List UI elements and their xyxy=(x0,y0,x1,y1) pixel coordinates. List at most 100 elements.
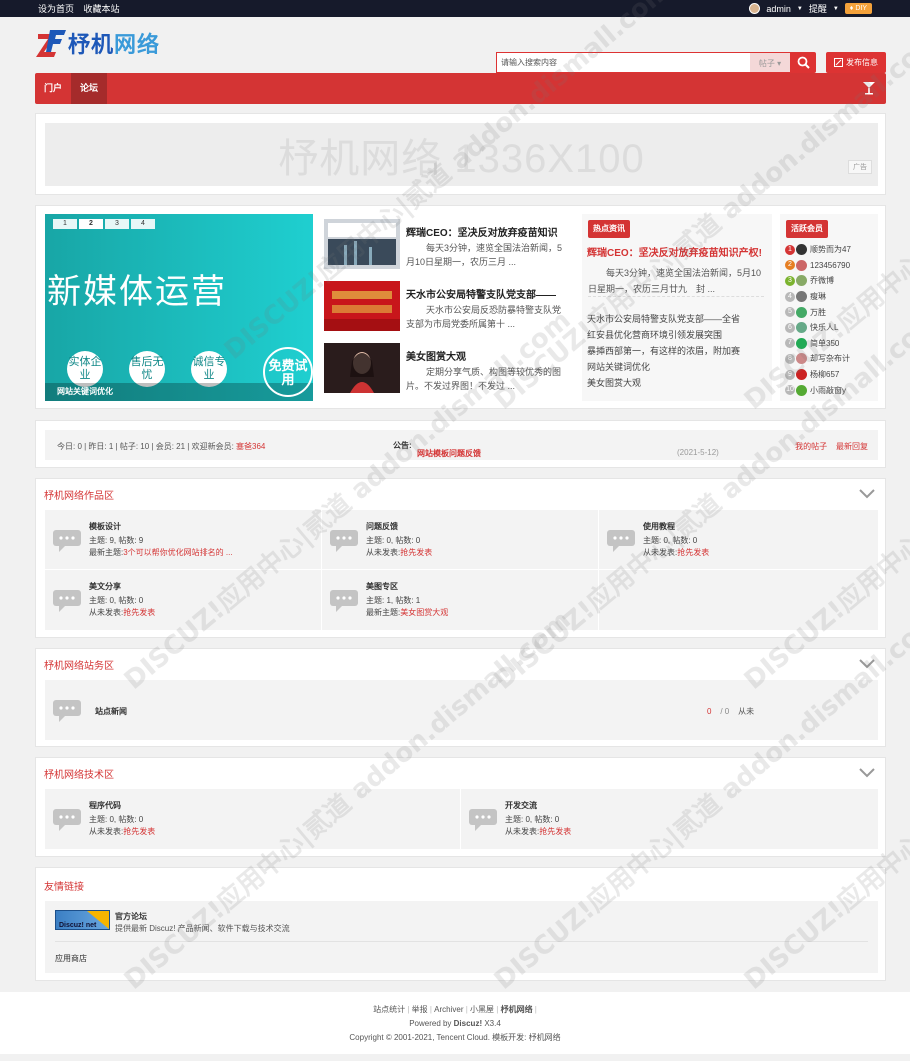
slide-tab[interactable]: 4 xyxy=(131,219,155,229)
member-avatar[interactable] xyxy=(796,291,807,303)
nav-item-portal[interactable]: 门户 xyxy=(35,73,71,104)
member-item[interactable]: 9 杨柳657 xyxy=(785,367,878,383)
footer-link[interactable]: Archiver xyxy=(434,1005,463,1014)
member-item[interactable]: 1 顺势而为47 xyxy=(785,242,878,258)
member-avatar[interactable] xyxy=(796,259,807,271)
member-avatar[interactable] xyxy=(796,384,807,396)
forum-last-link[interactable]: 美女图赏大观 xyxy=(400,608,448,617)
forum-cell[interactable]: 使用教程 主题: 0, 帖数: 0 从未发表:抢先发表 xyxy=(599,510,876,570)
member-name[interactable]: 杨柳657 xyxy=(810,369,839,380)
forum-cell[interactable]: 站点新闻 0 / 0 从未 xyxy=(45,680,878,740)
hot-link[interactable]: 天水市公安局特警支队党支部——全省 xyxy=(587,311,767,327)
forum-name[interactable]: 问题反馈 xyxy=(366,521,398,532)
member-name[interactable]: 却写杂布计 xyxy=(810,353,850,364)
forum-last-link[interactable]: 抢先发表 xyxy=(400,548,432,557)
forum-last-link[interactable]: 3个可以帮你优化网站排名的 ... xyxy=(123,548,232,557)
member-avatar[interactable] xyxy=(796,275,807,287)
forum-name[interactable]: 美文分享 xyxy=(89,581,121,592)
member-item[interactable]: 8 却写杂布计 xyxy=(785,351,878,367)
slide-tab[interactable]: 1 xyxy=(53,219,77,229)
set-home-link[interactable]: 设为首页 xyxy=(38,4,74,14)
forum-name[interactable]: 站点新闻 xyxy=(95,706,127,717)
member-name[interactable]: 简单350 xyxy=(810,338,839,349)
app-store-link[interactable]: 应用商店 xyxy=(55,953,87,964)
forum-cell[interactable]: 美文分享 主题: 0, 帖数: 0 从未发表:抢先发表 xyxy=(45,570,322,630)
member-avatar[interactable] xyxy=(796,369,807,381)
slide-banner[interactable]: 1 2 3 4 新媒体运营 实体企业 售后无忧 诚信专业 网站关键词优化 免费试… xyxy=(45,214,313,401)
news-item[interactable]: 美女图赏大观 定期分享气质、构图等较优秀的图片。不发过界图！不发过 ... xyxy=(320,338,574,400)
member-item[interactable]: 7 简单350 xyxy=(785,336,878,352)
member-avatar[interactable] xyxy=(796,337,807,349)
member-avatar[interactable] xyxy=(796,244,807,256)
member-name[interactable]: 123456790 xyxy=(810,261,850,270)
site-logo[interactable]: 杼机网络 xyxy=(36,27,160,59)
section-title[interactable]: 杼机网络作品区 xyxy=(44,487,114,502)
member-avatar[interactable] xyxy=(796,306,807,318)
member-item[interactable]: 2 123456790 xyxy=(785,258,878,274)
member-name[interactable]: 乔微博 xyxy=(810,275,834,286)
link-site-name[interactable]: 官方论坛 xyxy=(115,911,147,922)
search-scope-select[interactable]: 帖子 ▾ xyxy=(750,52,790,73)
section-title[interactable]: 杼机网络站务区 xyxy=(44,657,114,672)
search-button[interactable] xyxy=(790,52,816,73)
hot-link[interactable]: 红安县优化营商环境引领发展突围 xyxy=(587,327,767,343)
collapse-chevron-icon[interactable] xyxy=(859,489,875,499)
member-item[interactable]: 3 乔微博 xyxy=(785,273,878,289)
forum-name[interactable]: 模板设计 xyxy=(89,521,121,532)
hot-link[interactable]: 美女图赏大观 xyxy=(587,375,767,391)
news-item[interactable]: 辉瑞CEO：坚决反对放弃疫苗知识 每天3分钟，速览全国法治新闻，5月10日星期一… xyxy=(320,214,574,276)
discuz-logo[interactable]: Discuz! net xyxy=(55,910,110,930)
member-item[interactable]: 6 快乐人L xyxy=(785,320,878,336)
collapse-chevron-icon[interactable] xyxy=(859,768,875,778)
member-item[interactable]: 10 小雨敲窗y xyxy=(785,382,878,398)
ad-banner[interactable]: 杼机网络 1336X100 广告 xyxy=(45,123,878,186)
forum-cell[interactable]: 开发交流 主题: 0, 帖数: 0 从未发表:抢先发表 xyxy=(461,789,877,849)
bookmark-link[interactable]: 收藏本站 xyxy=(84,4,120,14)
forum-last-link[interactable]: 抢先发表 xyxy=(677,548,709,557)
member-name[interactable]: 快乐人L xyxy=(810,322,838,333)
slide-tab[interactable]: 3 xyxy=(105,219,129,229)
hot-link[interactable]: 网站关键词优化 xyxy=(587,359,767,375)
powered-brand[interactable]: Discuz! xyxy=(454,1019,482,1028)
remind-menu[interactable]: 提醒 xyxy=(809,2,827,15)
forum-name[interactable]: 美图专区 xyxy=(366,581,398,592)
section-title[interactable]: 杼机网络技术区 xyxy=(44,766,114,781)
my-posts-link[interactable]: 我的帖子 xyxy=(795,442,827,451)
member-avatar[interactable] xyxy=(796,322,807,334)
cocktail-icon[interactable] xyxy=(862,81,876,95)
search-input[interactable]: 请输入搜索内容 xyxy=(496,52,750,73)
slide-tab[interactable]: 2 xyxy=(79,219,103,229)
hot-link[interactable]: 暴揷西部第一，有这样的浓眉，附加赛 xyxy=(587,343,767,359)
post-button[interactable]: 发布信息 xyxy=(826,52,886,73)
forum-name[interactable]: 使用教程 xyxy=(643,521,675,532)
member-name[interactable]: 小雨敲窗y xyxy=(810,385,846,396)
footer-link[interactable]: 站点统计 xyxy=(373,1005,405,1014)
forum-name[interactable]: 程序代码 xyxy=(89,800,121,811)
nav-item-forum[interactable]: 论坛 xyxy=(71,73,108,104)
forum-name[interactable]: 开发交流 xyxy=(505,800,537,811)
news-item[interactable]: 天水市公安局特警支队党支部—— 天水市公安局反恐防暴特警支队党支部为市局党委所属… xyxy=(320,276,574,338)
member-name[interactable]: 瘦琳 xyxy=(810,291,826,302)
diy-button[interactable]: ♦ DIY xyxy=(844,3,872,14)
member-avatar[interactable] xyxy=(796,353,807,365)
latest-reply-link[interactable]: 最新回复 xyxy=(836,442,868,451)
forum-cell[interactable]: 模板设计 主题: 9, 帖数: 9 最新主题:3个可以帮你优化网站排名的 ... xyxy=(45,510,322,570)
forum-cell[interactable]: 美图专区 主题: 1, 帖数: 1 最新主题:美女图赏大观 xyxy=(322,570,599,630)
forum-cell[interactable]: 程序代码 主题: 0, 帖数: 0 从未发表:抢先发表 xyxy=(45,789,461,849)
collapse-chevron-icon[interactable] xyxy=(859,659,875,669)
hot-headline[interactable]: 辉瑞CEO：坚决反对放弃疫苗知识产权! xyxy=(587,244,772,259)
footer-link[interactable]: 举报 xyxy=(412,1005,428,1014)
notice-link[interactable]: 网站模板问题反馈 xyxy=(417,448,481,459)
footer-link[interactable]: 小黑屋 xyxy=(470,1005,494,1014)
footer-link[interactable]: 杼机网络 xyxy=(501,1005,533,1014)
forum-last-link[interactable]: 抢先发表 xyxy=(123,608,155,617)
member-item[interactable]: 5 万胜 xyxy=(785,304,878,320)
forum-cell[interactable]: 问题反馈 主题: 0, 帖数: 0 从未发表:抢先发表 xyxy=(322,510,599,570)
forum-last-link[interactable]: 抢先发表 xyxy=(539,827,571,836)
user-avatar[interactable] xyxy=(749,3,761,14)
user-menu[interactable]: admin xyxy=(766,4,791,14)
member-item[interactable]: 4 瘦琳 xyxy=(785,289,878,305)
forum-last-link[interactable]: 抢先发表 xyxy=(123,827,155,836)
new-member-link[interactable]: 塞爸364 xyxy=(236,442,265,451)
member-name[interactable]: 万胜 xyxy=(810,307,826,318)
